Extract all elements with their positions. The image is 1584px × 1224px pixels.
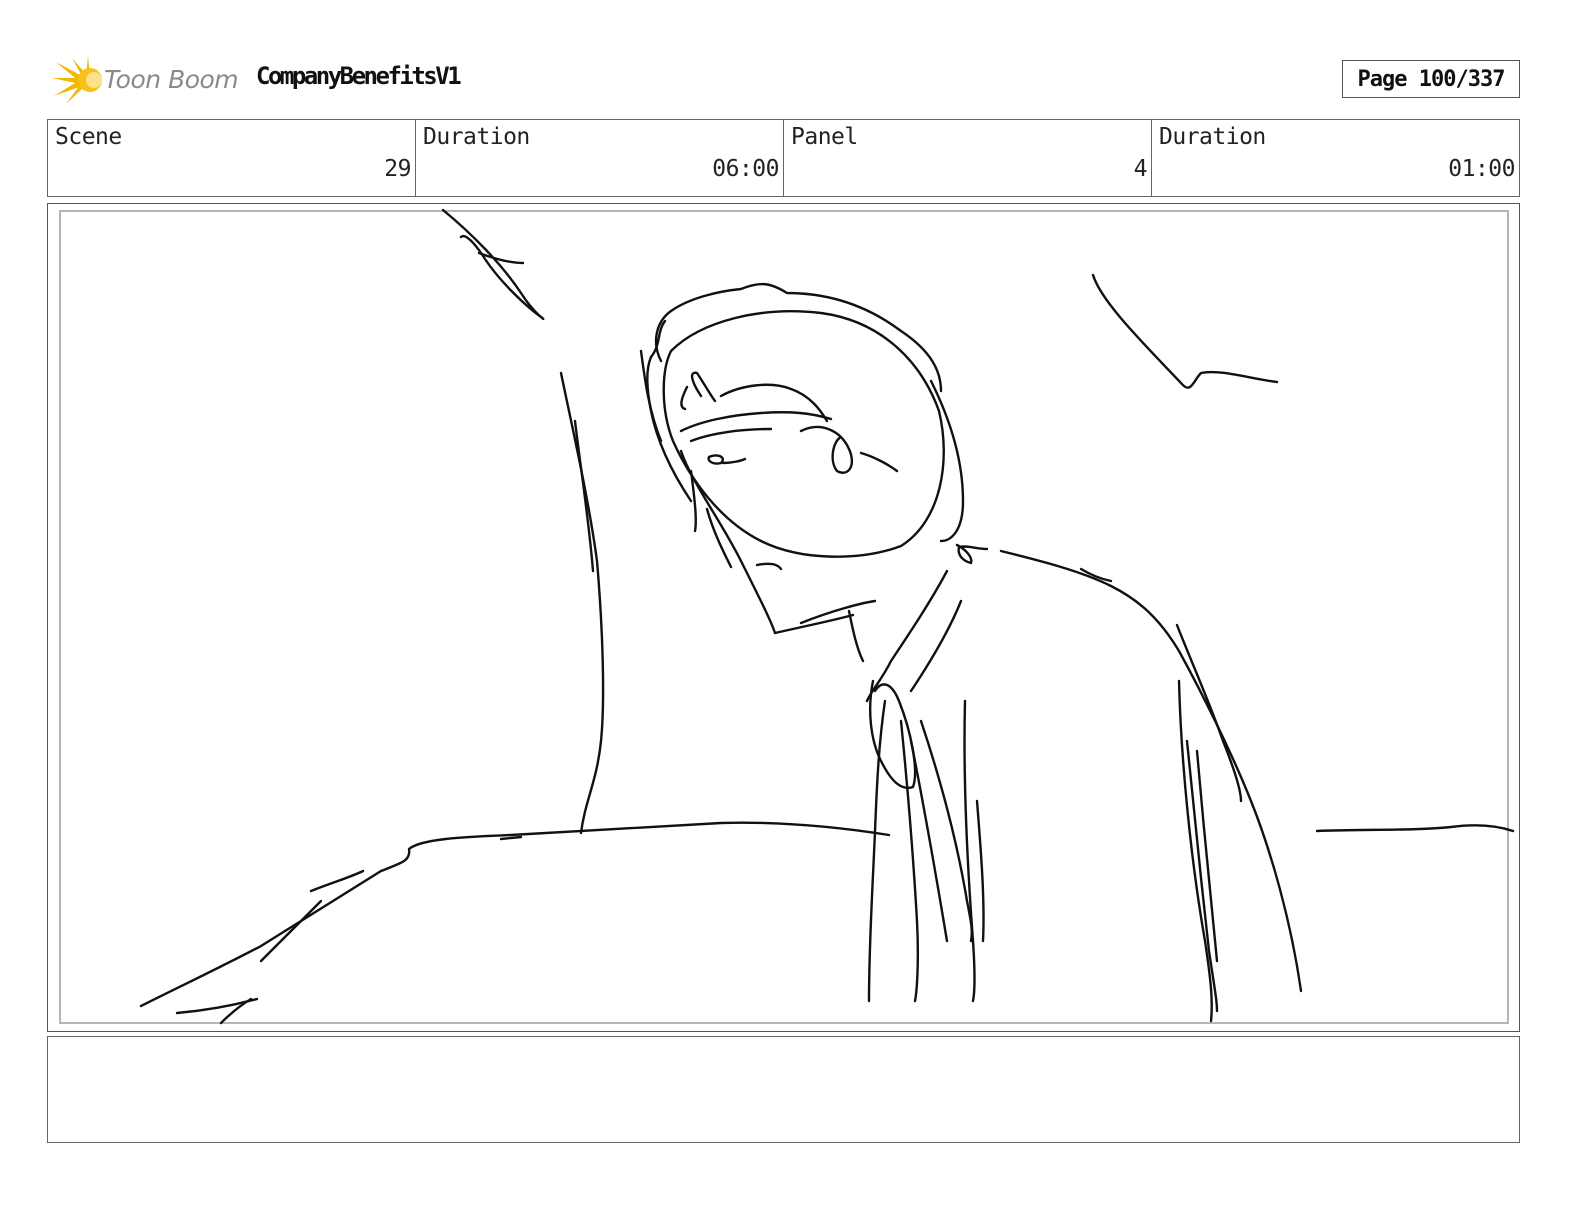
logo-text: Toon Boom	[104, 65, 239, 94]
panel-label: Panel	[791, 124, 858, 150]
panel-notes	[47, 1036, 1520, 1143]
project-title: CompanyBenefitsV1	[256, 62, 462, 90]
scene-duration-label: Duration	[423, 124, 530, 150]
panel-info-row: Scene 29 Duration 06:00 Panel 4 Duration…	[47, 119, 1520, 197]
panel-duration-label: Duration	[1159, 124, 1266, 150]
panel-value: 4	[1133, 156, 1148, 182]
scene-duration-cell: Duration 06:00	[416, 120, 784, 196]
scene-value: 29	[384, 156, 411, 182]
scene-duration-value: 06:00	[712, 156, 779, 182]
page-indicator: Page 100/337	[1342, 60, 1520, 98]
panel-duration-cell: Duration 01:00	[1152, 120, 1519, 196]
scene-label: Scene	[55, 124, 122, 150]
starburst-icon	[52, 56, 102, 104]
storyboard-panel	[47, 203, 1520, 1032]
toon-boom-logo: Toon Boom	[52, 56, 242, 106]
scene-cell: Scene 29	[48, 120, 416, 196]
panel-cell: Panel 4	[784, 120, 1152, 196]
panel-duration-value: 01:00	[1448, 156, 1515, 182]
panel-sketch	[139, 208, 1515, 1025]
